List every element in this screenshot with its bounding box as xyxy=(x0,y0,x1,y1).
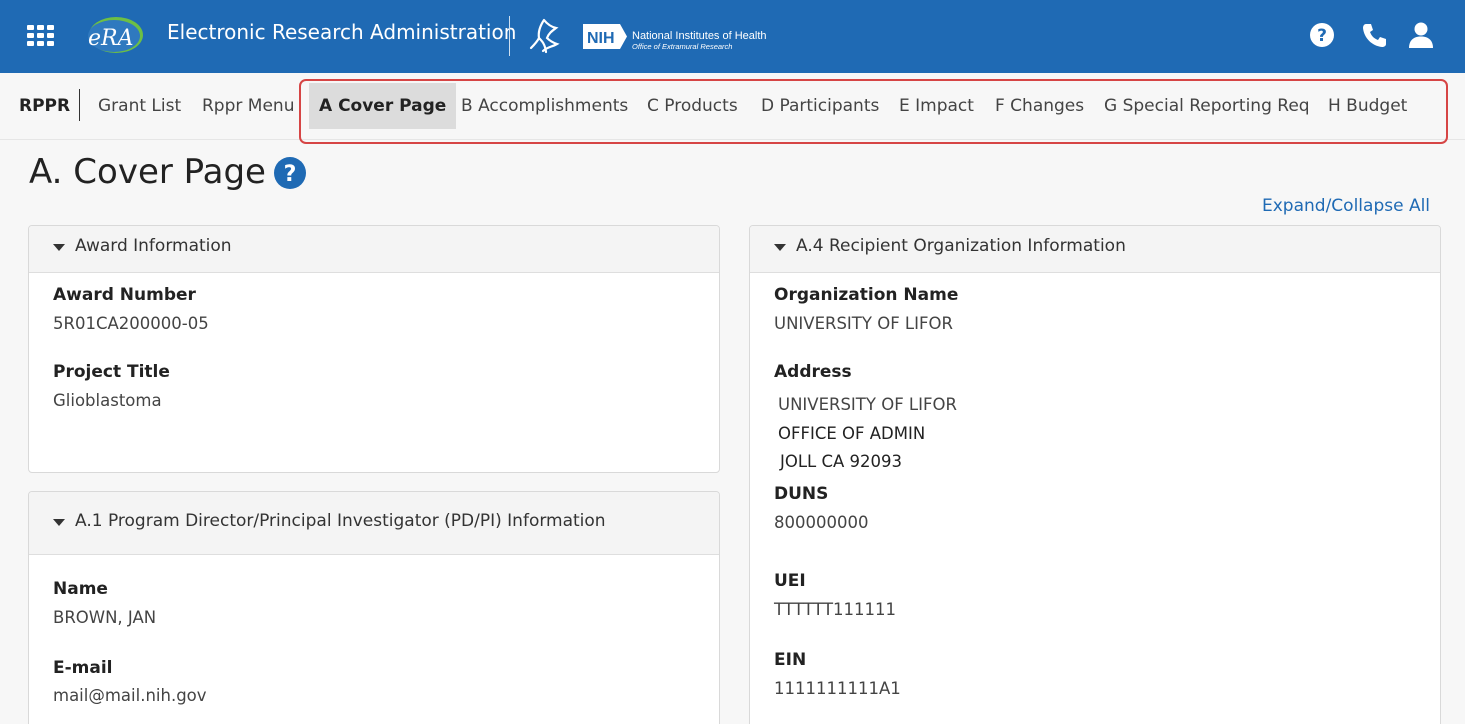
pdpi-information-panel: A.1 Program Director/Principal Investiga… xyxy=(28,491,720,724)
nav-item-d-participants[interactable]: D Participants xyxy=(761,83,879,129)
nih-logo-text: NIH xyxy=(587,30,615,47)
top-header: eRA Electronic Research Administration N… xyxy=(0,0,1465,73)
collapse-caret-icon xyxy=(53,244,65,251)
panel-heading: A.1 Program Director/Principal Investiga… xyxy=(75,511,606,531)
agency-name: National Institutes of Health Office of … xyxy=(632,30,767,51)
user-icon[interactable] xyxy=(1408,21,1434,49)
nav-item-e-impact[interactable]: E Impact xyxy=(899,83,974,129)
hhs-eagle-icon xyxy=(529,18,560,54)
era-logo: eRA xyxy=(88,17,143,53)
uei-value: TTTTTT111111 xyxy=(774,600,897,619)
address-line-1: UNIVERSITY OF LIFOR xyxy=(778,395,957,414)
expand-collapse-all-link[interactable]: Expand/Collapse All xyxy=(1262,196,1430,216)
award-number-label: Award Number xyxy=(53,285,196,305)
agency-subname-line: Office of Extramural Research xyxy=(632,42,733,51)
panel-heading: Award Information xyxy=(75,236,232,256)
nih-logo: NIH xyxy=(583,24,627,49)
pdpi-email-label: E-mail xyxy=(53,658,113,678)
pdpi-information-header[interactable]: A.1 Program Director/Principal Investiga… xyxy=(29,492,719,555)
nav-item-g-special-reporting-req[interactable]: G Special Reporting Req xyxy=(1104,83,1310,129)
nav-item-c-products[interactable]: C Products xyxy=(647,83,738,129)
ein-value: 1111111111A1 xyxy=(774,679,901,698)
app-title: Electronic Research Administration xyxy=(167,20,517,44)
address-line-2: OFFICE OF ADMIN xyxy=(778,424,926,443)
collapse-caret-icon xyxy=(53,519,65,526)
nav-separator xyxy=(79,89,80,121)
nav-item-b-accomplishments[interactable]: B Accomplishments xyxy=(461,83,628,129)
header-divider xyxy=(509,16,510,56)
nav-item-rppr-menu[interactable]: Rppr Menu xyxy=(202,83,294,129)
help-icon[interactable]: ? xyxy=(1309,21,1335,49)
award-information-panel: Award Information Award Number 5R01CA200… xyxy=(28,225,720,473)
nav-brand[interactable]: RPPR xyxy=(19,83,70,129)
svg-text:?: ? xyxy=(1317,26,1327,46)
address-label: Address xyxy=(774,362,852,382)
organization-name-value: UNIVERSITY OF LIFOR xyxy=(774,314,953,333)
award-information-header[interactable]: Award Information xyxy=(29,226,719,273)
duns-value: 800000000 xyxy=(774,513,869,532)
page-help-icon[interactable]: ? xyxy=(273,156,307,190)
recipient-organization-panel: A.4 Recipient Organization Information O… xyxy=(749,225,1441,724)
duns-label: DUNS xyxy=(774,484,829,504)
agency-name-line: National Institutes of Health xyxy=(632,30,767,42)
svg-text:?: ? xyxy=(284,162,297,187)
organization-name-label: Organization Name xyxy=(774,285,959,305)
address-line-3: JOLL CA 92093 xyxy=(780,452,903,471)
project-title-label: Project Title xyxy=(53,362,170,382)
uei-label: UEI xyxy=(774,571,806,591)
nav-item-a-cover-page[interactable]: A Cover Page xyxy=(309,83,457,129)
nav-item-h-budget[interactable]: H Budget xyxy=(1328,83,1407,129)
award-number-value: 5R01CA200000-05 xyxy=(53,314,209,333)
ein-label: EIN xyxy=(774,650,807,670)
project-title-value: Glioblastoma xyxy=(53,391,162,410)
recipient-organization-header[interactable]: A.4 Recipient Organization Information xyxy=(750,226,1440,273)
panel-heading: A.4 Recipient Organization Information xyxy=(796,236,1126,256)
nav-item-grant-list[interactable]: Grant List xyxy=(98,83,181,129)
pdpi-email-value: mail@mail.nih.gov xyxy=(53,686,207,705)
pdpi-name-label: Name xyxy=(53,579,108,599)
pdpi-name-value: BROWN, JAN xyxy=(53,608,157,627)
phone-icon[interactable] xyxy=(1361,21,1387,49)
era-logo-text: eRA xyxy=(88,26,133,51)
collapse-caret-icon xyxy=(774,244,786,251)
apps-grid-icon[interactable] xyxy=(27,25,55,47)
section-nav: RPPR Grant List Rppr Menu A Cover Page B… xyxy=(0,73,1465,144)
page-title: A. Cover Page xyxy=(29,152,266,192)
nav-item-f-changes[interactable]: F Changes xyxy=(995,83,1084,129)
